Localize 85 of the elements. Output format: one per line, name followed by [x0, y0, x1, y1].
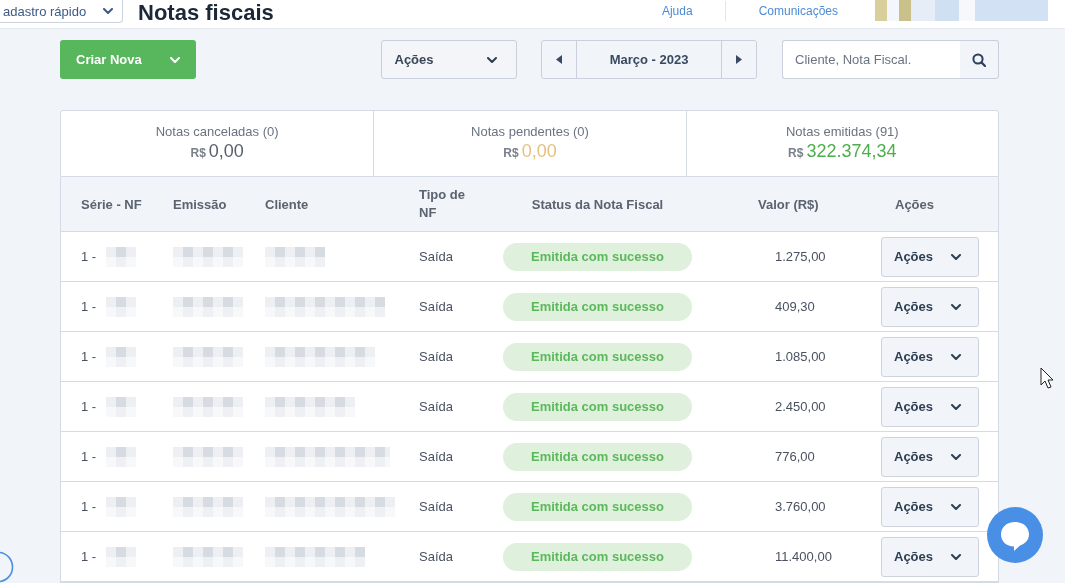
redacted-block — [106, 296, 137, 317]
row-actions-button[interactable]: Ações — [881, 486, 979, 527]
chevron-down-icon — [951, 553, 961, 560]
redacted-block — [106, 396, 137, 417]
table-cell: 11.400,00 — [775, 549, 832, 564]
redacted-block — [173, 246, 243, 267]
chevron-down-icon — [169, 56, 180, 63]
table-cell: Saída — [419, 499, 453, 514]
summary-label: Notas emitidas (91) — [785, 123, 899, 140]
status-badge: Emitida com sucesso — [503, 492, 692, 521]
quick-add-button[interactable]: adastro rápido — [0, 0, 123, 23]
row-actions-button[interactable]: Ações — [881, 336, 979, 377]
status-badge: Emitida com sucesso — [503, 342, 692, 371]
column-header: Emissão — [173, 196, 227, 212]
chevron-down-icon — [951, 403, 961, 410]
column-header: Tipo de NF — [419, 186, 466, 222]
redacted-block — [173, 446, 243, 467]
table-cell: 1.085,00 — [775, 349, 826, 364]
mouse-cursor-icon — [1040, 367, 1054, 389]
table-cell: 1 - — [81, 249, 97, 264]
currency-symbol: R$ — [190, 144, 206, 162]
table-cell: 1 - — [81, 499, 97, 514]
summary-amount: 0,00 — [521, 139, 557, 162]
table-cell: 1.275,00 — [775, 249, 826, 264]
row-actions-button[interactable]: Ações — [881, 236, 979, 277]
header-link[interactable]: Ajuda — [661, 3, 693, 19]
row-actions-button[interactable]: Ações — [881, 536, 979, 577]
table-cell: Saída — [419, 249, 453, 264]
chevron-down-icon — [951, 503, 961, 510]
table-cell: Saída — [419, 549, 453, 564]
redacted-block — [106, 446, 137, 467]
status-badge: Emitida com sucesso — [503, 292, 692, 321]
row-actions-button[interactable]: Ações — [881, 386, 979, 427]
redacted-block — [173, 496, 243, 517]
status-badge: Emitida com sucesso — [503, 242, 692, 271]
table-cell: 1 - — [81, 299, 97, 314]
summary-amount: 322.374,34 — [806, 139, 897, 162]
table-cell: Saída — [419, 349, 453, 364]
currency-symbol: R$ — [788, 144, 804, 162]
chevron-down-icon — [951, 453, 961, 460]
redacted-block — [106, 346, 137, 367]
triangle-left-icon — [556, 55, 562, 64]
status-badge: Emitida com sucesso — [503, 392, 692, 421]
header-link[interactable]: Comunicações — [758, 3, 838, 19]
table-cell: 1 - — [81, 549, 97, 564]
table-cell: Saída — [419, 399, 453, 414]
table-cell: 1 - — [81, 449, 97, 464]
table-cell: 3.760,00 — [775, 499, 826, 514]
status-badge: Emitida com sucesso — [503, 442, 692, 471]
summary-label: Notas pendentes (0) — [471, 123, 589, 140]
table-cell: Saída — [419, 449, 453, 464]
redacted-block — [173, 346, 243, 367]
redacted-block — [173, 546, 243, 567]
column-header: Série - NF — [81, 196, 142, 212]
chevron-down-icon — [951, 353, 961, 360]
redacted-block — [173, 296, 243, 317]
row-actions-button[interactable]: Ações — [881, 286, 979, 327]
chevron-down-icon — [487, 56, 497, 63]
status-badge: Emitida com sucesso — [503, 542, 692, 571]
summary-amount: 0,00 — [208, 139, 244, 162]
redacted-block — [106, 496, 137, 517]
currency-symbol: R$ — [503, 144, 519, 162]
chevron-down-icon — [103, 8, 113, 14]
summary-label: Notas canceladas (0) — [155, 123, 279, 140]
table-cell: 1 - — [81, 349, 97, 364]
page-title: Notas fiscais — [138, 0, 274, 26]
chevron-down-icon — [951, 303, 961, 310]
table-cell: 2.450,00 — [775, 399, 826, 414]
column-header: Ações — [895, 196, 935, 212]
table-cell: 409,30 — [775, 299, 815, 314]
redacted-block — [106, 546, 137, 567]
triangle-right-icon — [736, 55, 742, 64]
table-cell: 1 - — [81, 399, 97, 414]
chevron-down-icon — [951, 253, 961, 260]
column-header: Status da Nota Fiscal — [531, 196, 664, 212]
column-header: Cliente — [265, 196, 309, 212]
row-actions-button[interactable]: Ações — [881, 436, 979, 477]
redacted-block — [173, 396, 243, 417]
ring-icon — [0, 551, 14, 583]
table-cell: Saída — [419, 299, 453, 314]
column-header: Valor (R$) — [758, 196, 819, 212]
redacted-block — [106, 246, 137, 267]
redacted-block — [265, 246, 325, 267]
actions-dropdown[interactable]: Ações — [380, 40, 517, 79]
table-cell: 776,00 — [775, 449, 815, 464]
